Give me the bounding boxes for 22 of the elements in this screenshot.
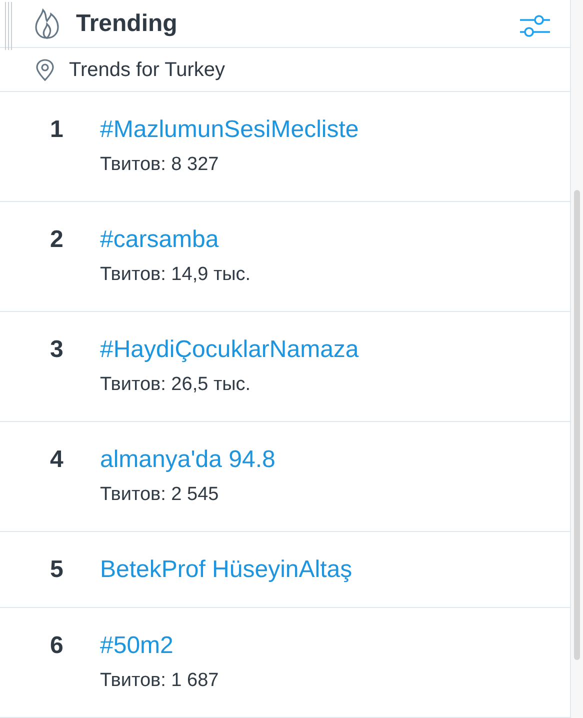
location-pin-icon	[35, 58, 55, 81]
tweet-count: Твитов: 1 687	[100, 670, 219, 692]
flame-icon	[34, 8, 60, 40]
trend-item[interactable]: 1 #MazlumunSesiMecliste Твитов: 8 327	[0, 92, 570, 202]
trend-item[interactable]: 6 #50m2 Твитов: 1 687	[0, 608, 570, 718]
tweet-count: Твитов: 2 545	[100, 484, 220, 506]
tweet-count: Твитов: 14,9 тыс.	[100, 264, 251, 286]
panel-title: Trending	[76, 8, 178, 39]
trend-item[interactable]: 4 almanya'da 94.8 Твитов: 2 545	[0, 422, 570, 532]
scrollbar[interactable]	[571, 0, 583, 718]
trend-rank: 5	[49, 556, 64, 585]
trend-rank: 4	[49, 446, 64, 475]
location-label: Trends for Turkey	[69, 58, 225, 83]
trend-item[interactable]: 2 #carsamba Твитов: 14,9 тыс.	[0, 202, 570, 312]
trend-rank: 3	[49, 336, 64, 365]
trend-rank: 2	[49, 226, 64, 255]
trend-item[interactable]: 5 BetekProf HüseyinAltaş	[0, 532, 570, 608]
tweet-count: Твитов: 26,5 тыс.	[100, 374, 252, 396]
trend-item[interactable]: 3 #HaydiÇocuklarNamaza Твитов: 26,5 тыс.	[0, 312, 570, 422]
trend-rank: 1	[49, 116, 64, 145]
tweet-count: Твитов: 8 327	[100, 154, 220, 176]
trend-rank: 6	[49, 632, 64, 661]
